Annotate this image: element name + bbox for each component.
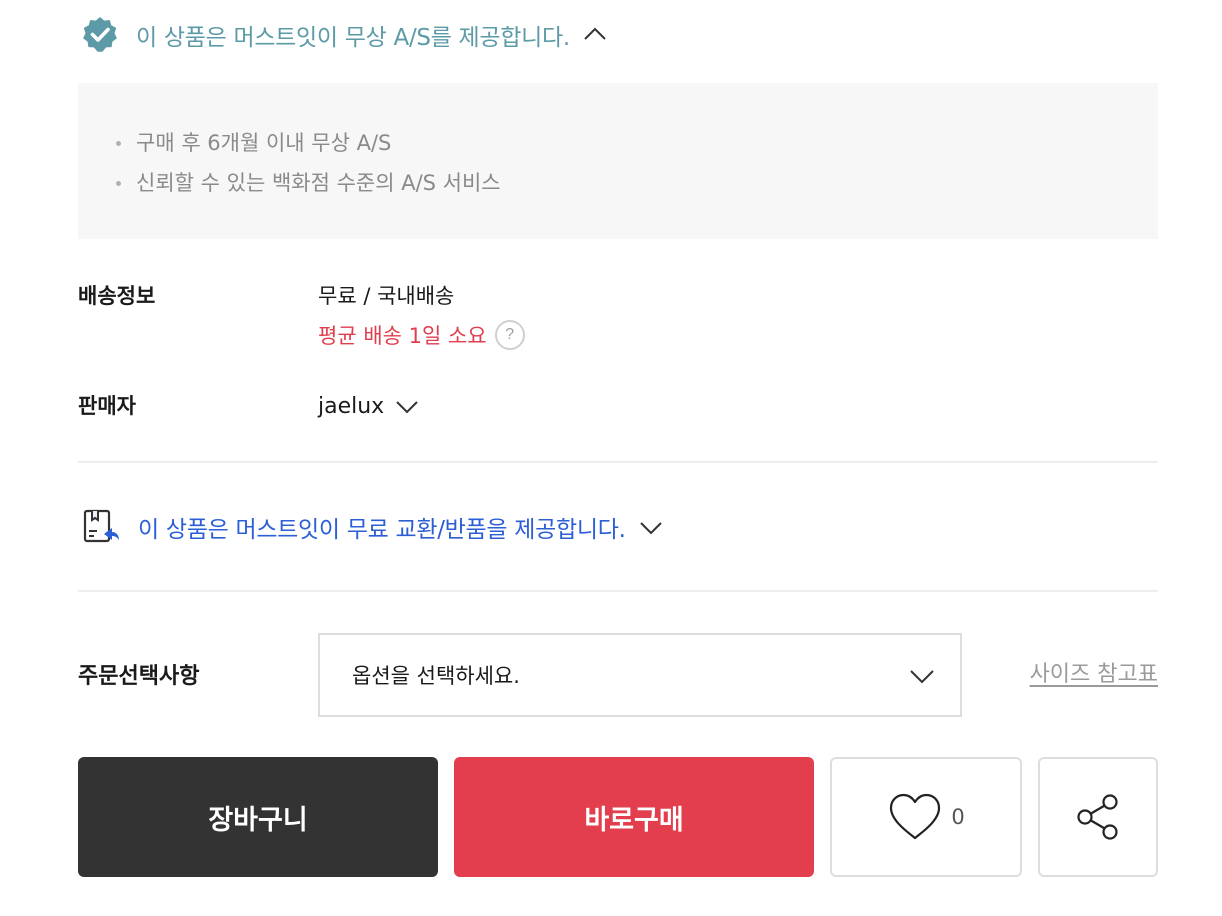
like-count: 0 [951, 805, 965, 829]
chevron-down-icon [639, 522, 662, 535]
as-details-list: 구매 후 6개월 이내 무상 A/S 신뢰할 수 있는 백화점 수준의 A/S … [116, 123, 1158, 203]
delivery-value: 무료 / 국내배송 [318, 284, 455, 308]
chevron-down-icon [910, 670, 934, 684]
delivery-average: 평균 배송 1일 소요 ? [318, 318, 525, 352]
exchange-banner-toggle[interactable]: 이 상품은 머스트잇이 무료 교환/반품을 제공합니다. [78, 506, 664, 548]
as-banner-toggle[interactable]: 이 상품은 머스트잇이 무상 A/S를 제공합니다. [78, 14, 608, 56]
section-divider [78, 461, 1158, 463]
option-select-value: 옵션을 선택하세요. [352, 664, 520, 688]
exchange-banner-title: 이 상품은 머스트잇이 무료 교환/반품을 제공합니다. [138, 517, 626, 543]
add-to-cart-button[interactable]: 장바구니 [78, 757, 438, 877]
share-icon [1077, 794, 1118, 840]
delivery-label: 배송정보 [78, 284, 156, 308]
seller-toggle[interactable]: jaelux [318, 388, 420, 424]
option-select[interactable]: 옵션을 선택하세요. [318, 633, 962, 717]
seller-label: 판매자 [78, 394, 136, 418]
exchange-box-icon [83, 509, 119, 543]
buy-now-button[interactable]: 바로구매 [454, 757, 814, 877]
share-button[interactable] [1038, 757, 1158, 877]
chevron-down-icon [396, 401, 418, 414]
order-option-label: 주문선택사항 [78, 664, 200, 689]
as-detail-item: 신뢰할 수 있는 백화점 수준의 A/S 서비스 [116, 163, 1158, 203]
heart-icon [890, 793, 941, 840]
as-details-box: 구매 후 6개월 이내 무상 A/S 신뢰할 수 있는 백화점 수준의 A/S … [78, 83, 1158, 239]
size-guide-link[interactable]: 사이즈 참고표 [1030, 656, 1158, 688]
chevron-up-icon [584, 27, 606, 40]
delivery-average-text: 평균 배송 1일 소요 [318, 324, 487, 348]
question-circle-icon[interactable]: ? [494, 320, 525, 350]
like-button[interactable]: 0 [830, 757, 1022, 877]
seller-name: jaelux [318, 393, 385, 419]
as-detail-item: 구매 후 6개월 이내 무상 A/S [116, 123, 1158, 163]
verified-badge-icon [83, 17, 117, 52]
section-divider [78, 590, 1158, 592]
as-banner-title: 이 상품은 머스트잇이 무상 A/S를 제공합니다. [136, 25, 570, 51]
